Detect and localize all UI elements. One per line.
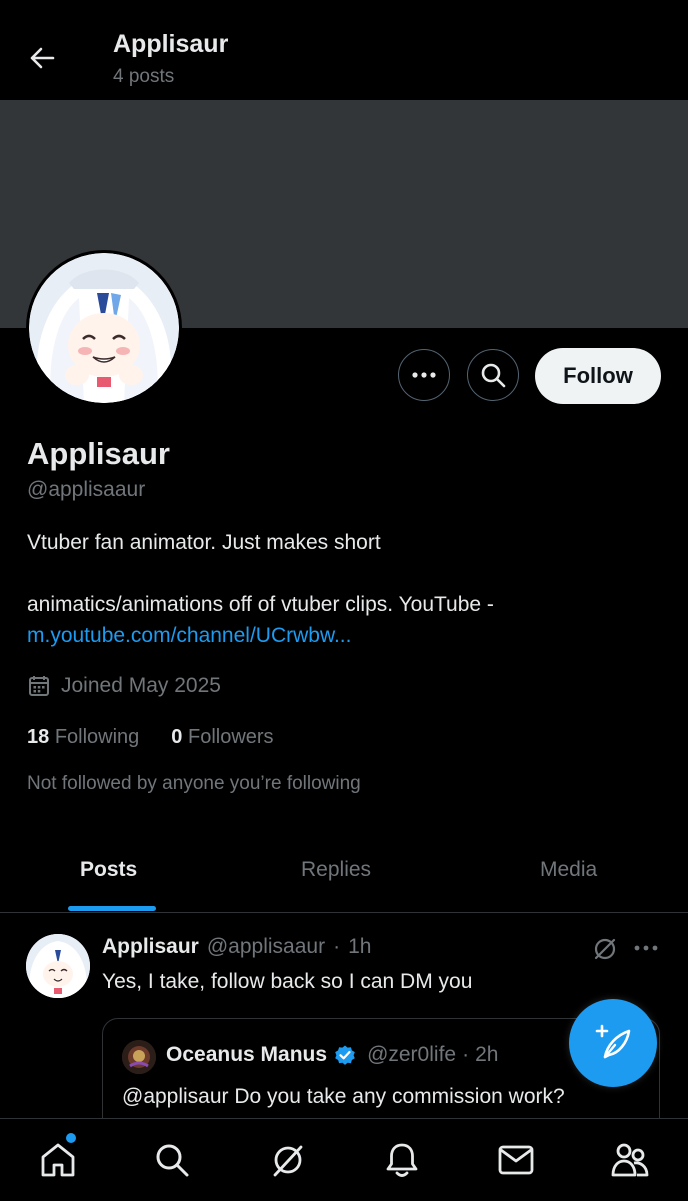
compose-icon — [595, 1024, 631, 1059]
quote-header: Oceanus Manus @zer0life · 2h — [166, 1043, 498, 1067]
quote-author: Oceanus Manus — [166, 1043, 328, 1066]
post-text: Yes, I take, follow back so I can DM you — [102, 970, 473, 993]
nav-communities[interactable] — [610, 1140, 650, 1180]
post-more-button[interactable] — [634, 945, 658, 951]
follow-button[interactable]: Follow — [535, 348, 661, 404]
post-avatar[interactable] — [26, 934, 90, 998]
back-button[interactable] — [24, 40, 60, 76]
avatar-image — [29, 253, 179, 403]
post-avatar-image — [26, 934, 90, 998]
bio-line-2: animatics/animations off of vtuber clips… — [27, 593, 494, 616]
quote-separator: · — [462, 1043, 470, 1066]
tab-media[interactable]: Media — [540, 858, 597, 882]
nav-notifications[interactable] — [382, 1140, 422, 1180]
more-icon — [412, 372, 436, 378]
post-header: Applisaur @applisaaur · 1h — [102, 935, 371, 959]
followers-link[interactable]: 0 Followers — [171, 726, 273, 749]
profile-name: Applisaur — [27, 436, 170, 471]
bio-link[interactable]: m.youtube.com/channel/UCrwbw... — [27, 624, 351, 647]
communities-icon — [611, 1143, 649, 1177]
post-time: 1h — [348, 935, 372, 958]
verified-icon — [335, 1045, 355, 1065]
quote-text: @applisaur Do you take any commission wo… — [122, 1085, 565, 1108]
grok-post-button[interactable] — [592, 936, 618, 962]
grok-icon — [594, 938, 616, 960]
quote-avatar-image — [122, 1040, 156, 1074]
post-handle[interactable]: @applisaaur — [207, 935, 325, 959]
back-arrow-icon — [30, 47, 55, 69]
home-icon — [41, 1143, 75, 1177]
post-author[interactable]: Applisaur — [102, 935, 199, 959]
followers-label: Followers — [187, 726, 274, 748]
following-count: 18 — [27, 726, 50, 748]
nav-grok[interactable] — [268, 1140, 308, 1180]
bottom-nav — [0, 1118, 688, 1201]
joined-label: Joined May 2025 — [61, 674, 221, 697]
follow-stats: 18 Following 0 Followers — [27, 726, 274, 749]
compose-button[interactable] — [569, 999, 657, 1087]
calendar-icon — [29, 676, 49, 696]
tab-posts[interactable]: Posts — [80, 858, 137, 882]
post-separator: · — [333, 935, 341, 958]
not-followed-note: Not followed by anyone you’re following — [27, 773, 361, 794]
followers-count: 0 — [171, 726, 183, 748]
nav-home[interactable] — [38, 1140, 78, 1180]
quote-avatar — [122, 1040, 156, 1074]
home-notification-dot — [66, 1133, 76, 1143]
grok-icon — [273, 1145, 303, 1177]
bell-icon — [386, 1143, 418, 1177]
search-icon — [481, 363, 506, 388]
header-title: Applisaur — [113, 30, 229, 58]
active-tab-indicator — [68, 906, 156, 911]
nav-search[interactable] — [152, 1140, 192, 1180]
following-label: Following — [54, 726, 140, 748]
following-link[interactable]: 18 Following — [27, 726, 139, 749]
quote-time: 2h — [475, 1043, 499, 1066]
profile-bio: Vtuber fan animator. Just makes short an… — [27, 527, 657, 651]
search-profile-button[interactable] — [467, 349, 519, 401]
mail-icon — [498, 1145, 534, 1175]
tab-replies[interactable]: Replies — [301, 858, 371, 882]
more-icon — [634, 945, 658, 951]
joined-date: Joined May 2025 — [27, 674, 221, 698]
tab-divider — [0, 912, 688, 913]
profile-handle: @applisaaur — [27, 478, 146, 501]
header-post-count: 4 posts — [113, 66, 175, 87]
nav-messages[interactable] — [496, 1140, 536, 1180]
search-icon — [156, 1144, 189, 1177]
bio-line-1: Vtuber fan animator. Just makes short — [27, 531, 381, 554]
profile-avatar[interactable] — [26, 250, 182, 406]
quote-handle: @zer0life — [367, 1043, 457, 1066]
more-options-button[interactable] — [398, 349, 450, 401]
